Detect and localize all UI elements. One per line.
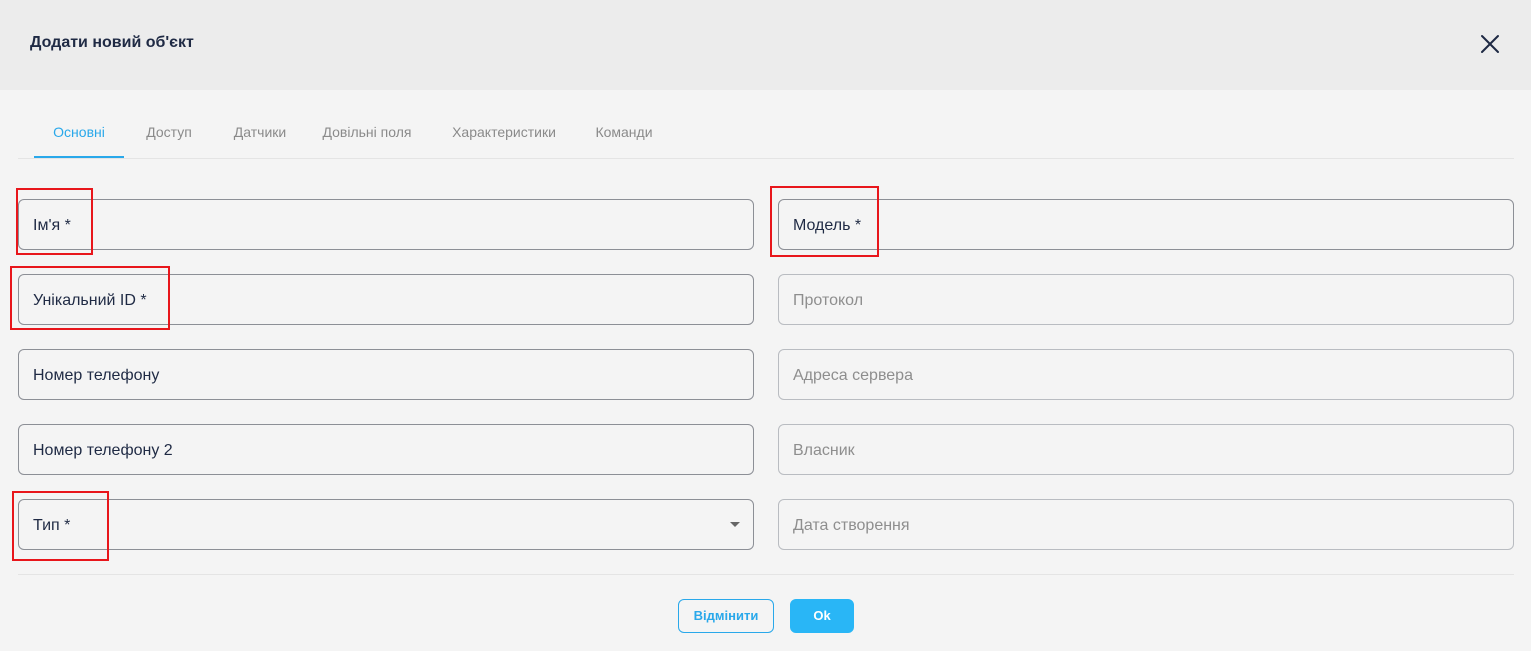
creation-date-field[interactable]: Дата створення xyxy=(778,499,1514,550)
tab-custom-fields[interactable]: Довільні поля xyxy=(316,104,418,158)
phone-field[interactable]: Номер телефону xyxy=(18,349,754,400)
phone2-field-label: Номер телефону 2 xyxy=(33,442,173,459)
tab-characteristics[interactable]: Характеристики xyxy=(442,104,566,158)
ok-button[interactable]: Ok xyxy=(790,599,854,633)
dialog-header: Додати новий об'єкт xyxy=(0,0,1531,90)
phone-field-label: Номер телефону xyxy=(33,367,160,384)
highlight-box-type xyxy=(12,491,109,561)
creation-date-field-label: Дата створення xyxy=(793,517,910,534)
cancel-button[interactable]: Відмінити xyxy=(678,599,774,633)
highlight-box-name xyxy=(16,188,93,255)
close-icon xyxy=(1481,35,1499,53)
tab-sensors[interactable]: Датчики xyxy=(220,104,300,158)
phone2-field[interactable]: Номер телефону 2 xyxy=(18,424,754,475)
tab-access[interactable]: Доступ xyxy=(136,104,202,158)
model-field[interactable]: Модель * xyxy=(778,199,1514,250)
close-button[interactable] xyxy=(1478,32,1502,56)
name-field[interactable]: Ім'я * xyxy=(18,199,754,250)
tab-commands[interactable]: Команди xyxy=(588,104,660,158)
type-select[interactable]: Тип * xyxy=(18,499,754,550)
add-object-dialog: Додати новий об'єкт Основні Доступ Датчи… xyxy=(0,0,1531,651)
caret-down-icon xyxy=(730,522,740,527)
highlight-box-model xyxy=(770,186,879,257)
tab-main[interactable]: Основні xyxy=(34,104,124,158)
tab-bar: Основні Доступ Датчики Довільні поля Хар… xyxy=(18,104,1514,159)
highlight-box-unique-id xyxy=(10,266,170,330)
server-address-field[interactable]: Адреса сервера xyxy=(778,349,1514,400)
protocol-field[interactable]: Протокол xyxy=(778,274,1514,325)
owner-field-label: Власник xyxy=(793,442,855,459)
owner-field[interactable]: Власник xyxy=(778,424,1514,475)
footer-divider xyxy=(18,574,1514,575)
dialog-title: Додати новий об'єкт xyxy=(30,34,194,51)
protocol-field-label: Протокол xyxy=(793,292,864,309)
server-address-field-label: Адреса сервера xyxy=(793,367,913,384)
